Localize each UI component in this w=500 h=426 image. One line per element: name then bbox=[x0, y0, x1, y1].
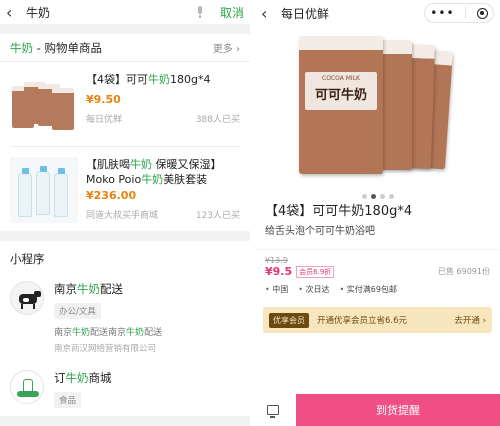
close-target-icon[interactable] bbox=[476, 7, 488, 19]
product-item[interactable]: 【4袋】可可牛奶180g*4 ¥9.50 每日优鲜 388人已买 bbox=[0, 62, 250, 146]
section-header: 牛奶 - 购物单商品 更多 › bbox=[0, 34, 250, 62]
section-title: 小程序 bbox=[10, 252, 45, 266]
vip-text: 开通优享会员立省6.6元 bbox=[317, 316, 408, 326]
mini-program-item[interactable]: 订牛奶商城 食品 bbox=[0, 362, 250, 416]
mini-program-name: 订牛奶商城 bbox=[54, 371, 112, 385]
more-link[interactable]: 更多 › bbox=[213, 40, 240, 55]
back-arrow-icon[interactable]: ‹ bbox=[6, 3, 20, 22]
current-price: ¥9.5 bbox=[265, 265, 293, 278]
product-title: 【肌肤喝牛奶 保暖又保湿】 bbox=[86, 158, 222, 171]
shopping-list-section: 牛奶 - 购物单商品 更多 › 【4袋】可可牛奶180g*4 ¥9.50 每日优… bbox=[0, 34, 250, 231]
back-arrow-icon[interactable]: ‹ bbox=[261, 4, 275, 23]
sold-count: 已售 69091份 bbox=[438, 267, 490, 276]
vip-tag: 优享会员 bbox=[269, 312, 309, 328]
product-thumbnail bbox=[10, 72, 78, 138]
product-image: COCOA MILK 可可牛奶 bbox=[299, 36, 383, 174]
cancel-button[interactable]: 取消 bbox=[220, 4, 244, 21]
membership-banner[interactable]: 优享会员 开通优享会员立省6.6元 去开通 › bbox=[263, 307, 492, 333]
search-bar[interactable]: ‹ 牛奶 取消 bbox=[0, 0, 250, 24]
origin-badge: 中国 bbox=[265, 284, 288, 295]
member-discount-badge: 会员6.9折 bbox=[296, 265, 335, 278]
category-tag: 食品 bbox=[54, 392, 82, 408]
mini-program-capsule: ••• bbox=[424, 3, 494, 23]
app-header: ‹ 每日优鲜 ••• bbox=[255, 0, 500, 26]
product-subtitle: 给舌头泡个可可牛奶浴吧 bbox=[265, 226, 375, 237]
open-membership-link[interactable]: 去开通 › bbox=[454, 314, 486, 326]
shipping-badge: 实付满69包邮 bbox=[340, 284, 397, 295]
product-title-line2: Moko Poio牛奶美肤套装 bbox=[86, 173, 208, 186]
bottom-action-bar: 到货提醒 bbox=[255, 394, 500, 426]
delivery-badge: 次日达 bbox=[298, 284, 330, 295]
category-tag: 办公/文具 bbox=[54, 303, 101, 319]
product-thumbnail bbox=[10, 157, 78, 223]
product-price: ¥9.50 bbox=[86, 93, 121, 106]
sold-count: 388人已买 bbox=[195, 115, 240, 125]
page-title: 每日优鲜 bbox=[281, 6, 330, 21]
more-options-icon[interactable]: ••• bbox=[430, 6, 454, 20]
search-input[interactable]: 牛奶 bbox=[26, 4, 196, 21]
mini-program-item[interactable]: 南京牛奶配送 办公/文具 南京牛奶配送南京牛奶配送 南京商汉网络营销有限公司 bbox=[0, 273, 250, 362]
store-name: 同道大叔买手商城 bbox=[86, 211, 159, 221]
product-title: 【4袋】可可牛奶180g*4 bbox=[86, 73, 211, 86]
product-detail-pane: ‹ 每日优鲜 ••• COCOA MILK 可可牛奶 【4袋】可可牛奶180g*… bbox=[255, 0, 500, 426]
product-price: ¥236.00 bbox=[86, 189, 137, 202]
product-item[interactable]: 【肌肤喝牛奶 保暖又保湿】 Moko Poio牛奶美肤套装 ¥236.00 同道… bbox=[0, 147, 250, 231]
product-title: 【4袋】可可牛奶180g*4 bbox=[265, 204, 413, 219]
microphone-icon[interactable] bbox=[196, 6, 204, 18]
mini-programs-section: 小程序 南京牛奶配送 办公/文具 南京牛奶配送南京牛奶配送 南京商汉网络营销有限… bbox=[0, 241, 250, 416]
original-price: ¥13.9 bbox=[265, 256, 288, 265]
mini-program-description: 南京牛奶配送南京牛奶配送 bbox=[54, 328, 163, 338]
sold-count: 123人已买 bbox=[195, 211, 240, 221]
mini-program-name: 南京牛奶配送 bbox=[54, 282, 123, 296]
section-title: 牛奶 - 购物单商品 bbox=[10, 40, 102, 55]
milk-bottle-logo-icon bbox=[10, 370, 44, 404]
cow-logo-icon bbox=[10, 281, 44, 315]
notify-arrival-button[interactable]: 到货提醒 bbox=[296, 394, 500, 426]
company-name: 南京商汉网络营销有限公司 bbox=[54, 344, 157, 354]
product-image-carousel[interactable]: COCOA MILK 可可牛奶 bbox=[255, 32, 500, 182]
search-results-pane: ‹ 牛奶 取消 牛奶 - 购物单商品 更多 › 【4袋】可可牛奶180g*4 ¥… bbox=[0, 0, 250, 426]
store-name: 每日优鲜 bbox=[86, 115, 123, 125]
service-badges: 中国 次日达 实付满69包邮 bbox=[255, 278, 500, 295]
carousel-dots[interactable] bbox=[255, 184, 500, 199]
cart-icon[interactable] bbox=[267, 405, 279, 418]
